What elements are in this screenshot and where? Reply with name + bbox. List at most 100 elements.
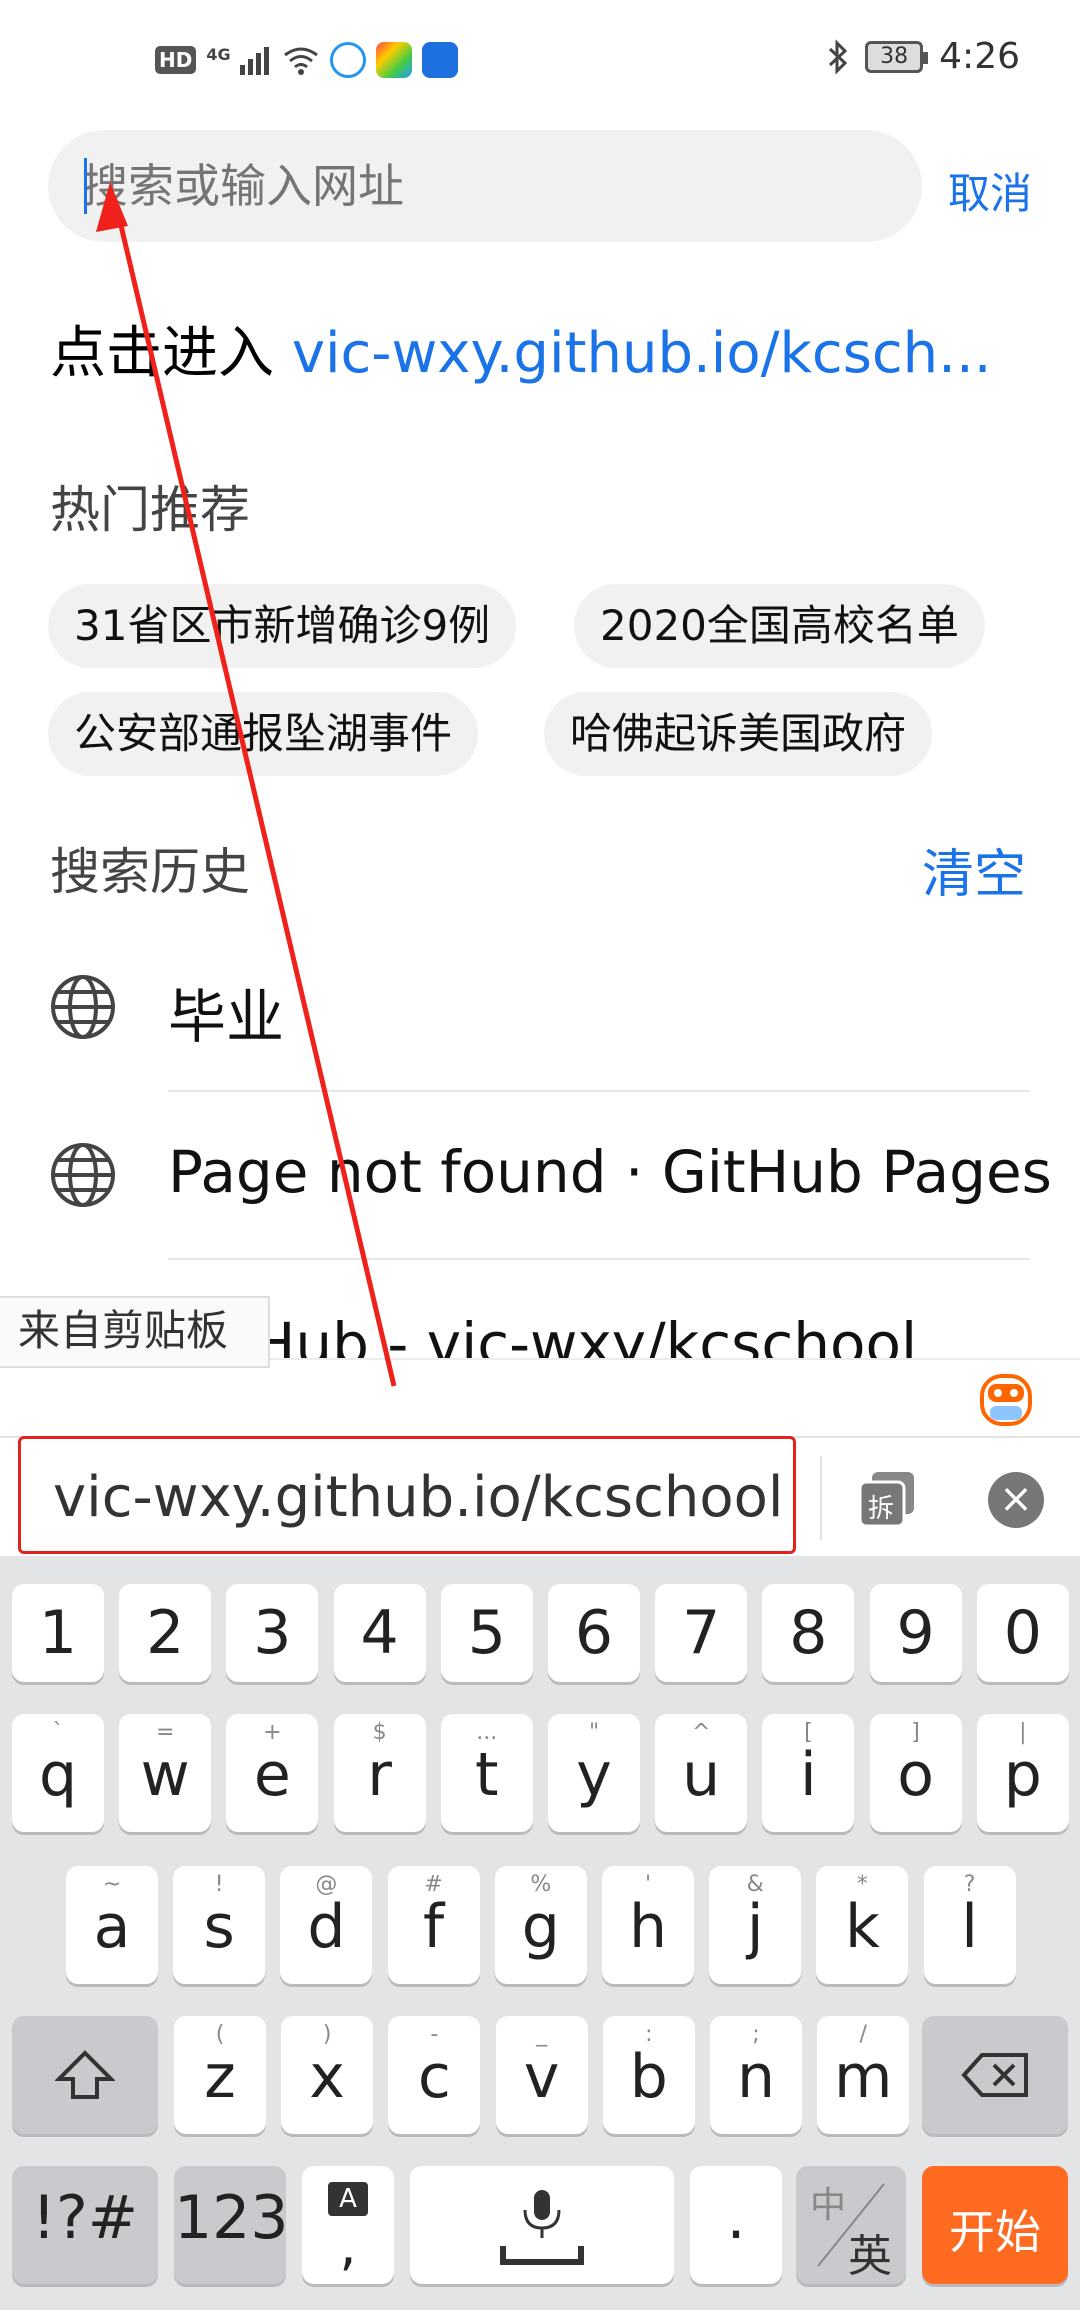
visit-url-suggestion[interactable]: 点击进入 vic-wxy.github.io/kcsch... xyxy=(50,308,992,389)
key-b[interactable]: :b xyxy=(602,2016,695,2134)
shift-key[interactable] xyxy=(12,2016,158,2134)
hot-chip[interactable]: 哈佛起诉美国政府 xyxy=(544,692,933,776)
key-label: z xyxy=(204,2042,236,2112)
key-v[interactable]: _ v xyxy=(495,2016,588,2134)
bluetooth-icon xyxy=(829,38,848,75)
key-8[interactable]: 8 xyxy=(762,1584,855,1682)
clear-history-button[interactable]: 清空 xyxy=(922,832,1026,907)
key-s[interactable]: ! s xyxy=(173,1866,266,1984)
language-toggle-key[interactable]: 中英 xyxy=(796,2166,906,2284)
key-5[interactable]: 5 xyxy=(440,1584,533,1682)
key-m[interactable]: / m xyxy=(817,2016,910,2134)
space-key[interactable] xyxy=(410,2166,674,2284)
key-t[interactable]: ... t xyxy=(440,1714,533,1832)
key-w[interactable]: = w xyxy=(119,1714,212,1832)
hot-chip[interactable]: 公安部通报坠湖事件 xyxy=(48,692,479,776)
key-label: m xyxy=(833,2042,893,2112)
hot-section-title: 热门推荐 xyxy=(50,481,250,539)
key-d[interactable]: @ d xyxy=(280,1866,373,1984)
key-z[interactable]: (z xyxy=(174,2016,266,2134)
key-label: d xyxy=(307,1892,346,1962)
key-o[interactable]: ] o xyxy=(869,1714,962,1832)
key-label: a xyxy=(93,1892,131,1962)
globe-icon xyxy=(51,1143,115,1207)
key-label: f xyxy=(423,1892,445,1962)
key-label: r xyxy=(367,1740,392,1810)
key-u[interactable]: ^ u xyxy=(655,1714,748,1832)
key-r[interactable]: $ r xyxy=(333,1714,426,1832)
history-item-label: Page not found · GitHub Pages xyxy=(168,1138,1052,1206)
key-label: 0 xyxy=(1003,1598,1042,1668)
search-input[interactable] xyxy=(82,130,882,242)
signal-icon: 4G xyxy=(206,45,271,75)
key-label: 3 xyxy=(253,1598,292,1668)
key-label: l xyxy=(961,1892,978,1962)
key-2[interactable]: 2 xyxy=(119,1584,212,1682)
key-6[interactable]: 6 xyxy=(548,1584,640,1682)
key-n[interactable]: ; n xyxy=(710,2016,802,2134)
divider xyxy=(168,1258,1030,1260)
assistant-robot-icon[interactable] xyxy=(976,1370,1036,1432)
key-g[interactable]: % g xyxy=(494,1866,587,1984)
key-i[interactable]: [i xyxy=(762,1714,855,1832)
clipboard-tab: 来自剪贴板 xyxy=(0,1296,270,1368)
status-bar: HD 4G 38 4:26 xyxy=(0,0,1080,120)
key-label: 9 xyxy=(896,1598,935,1668)
comma-key[interactable]: A, xyxy=(302,2166,394,2284)
history-item[interactable]: Page not found · GitHub Pages xyxy=(0,1092,1080,1260)
key-3[interactable]: 3 xyxy=(226,1584,319,1682)
key-p[interactable]: | p xyxy=(976,1714,1069,1832)
key-l[interactable]: ? l xyxy=(923,1866,1016,1984)
microphone-icon xyxy=(500,2190,584,2265)
backspace-key[interactable] xyxy=(922,2016,1068,2134)
text-caret xyxy=(84,158,87,214)
key-label: p xyxy=(1003,1740,1042,1810)
key-label: s xyxy=(203,1892,235,1962)
visit-prefix: 点击进入 xyxy=(50,321,292,386)
key-k[interactable]: * k xyxy=(816,1866,909,1984)
key-f[interactable]: # f xyxy=(387,1866,480,1984)
key-4[interactable]: 4 xyxy=(333,1584,426,1682)
key-q[interactable]: ` q xyxy=(12,1714,104,1832)
comma-top-label: A xyxy=(328,2182,368,2216)
key-x[interactable]: ) x xyxy=(281,2016,374,2134)
history-item[interactable]: 毕业 xyxy=(0,924,1080,1092)
key-y[interactable]: " y xyxy=(548,1714,640,1832)
key-0[interactable]: 0 xyxy=(976,1584,1069,1682)
key-a[interactable]: ~ a xyxy=(66,1866,158,1984)
numbers-key[interactable]: 123 xyxy=(174,2166,289,2284)
close-icon[interactable]: × xyxy=(988,1472,1044,1528)
key-label: h xyxy=(628,1892,668,1962)
key-c[interactable]: -c xyxy=(388,2016,481,2134)
key-label: 6 xyxy=(574,1598,614,1668)
key-label: v xyxy=(523,2042,560,2112)
key-label: w xyxy=(140,1740,190,1810)
key-label: c xyxy=(417,2042,451,2112)
symbols-key[interactable]: !?# xyxy=(12,2166,158,2284)
lang-bottom-label: 英 xyxy=(848,2231,892,2282)
key-label: q xyxy=(38,1740,78,1810)
history-item-label: GitHub - vic-wxy/kcschool xyxy=(168,1310,918,1358)
key-label: 4 xyxy=(360,1598,399,1668)
go-key[interactable]: 开始 xyxy=(922,2166,1068,2284)
key-h[interactable]: ' h xyxy=(602,1866,694,1984)
key-label: j xyxy=(746,1892,764,1962)
status-right-icons: 38 4:26 xyxy=(827,36,1020,77)
clipboard-suggestion[interactable]: vic-wxy.github.io/kcschool xyxy=(18,1436,796,1554)
key-label: 8 xyxy=(789,1598,828,1668)
key-9[interactable]: 9 xyxy=(869,1584,962,1682)
globe-icon xyxy=(51,975,115,1039)
hot-chip[interactable]: 31省区市新增确诊9例 xyxy=(48,584,517,668)
key-label: . xyxy=(726,2183,746,2253)
search-bar[interactable] xyxy=(48,130,922,242)
key-7[interactable]: 7 xyxy=(655,1584,748,1682)
key-j[interactable]: & j xyxy=(709,1866,802,1984)
key-label: n xyxy=(736,2042,776,2112)
key-1[interactable]: 1 xyxy=(12,1584,104,1682)
period-key[interactable]: . xyxy=(690,2166,782,2284)
split-text-button[interactable]: 拆 xyxy=(858,1470,918,1528)
key-e[interactable]: + e xyxy=(226,1714,319,1832)
hot-chip[interactable]: 2020全国高校名单 xyxy=(574,584,985,668)
cancel-button[interactable]: 取消 xyxy=(948,160,1032,221)
battery-icon: 38 xyxy=(865,40,929,73)
